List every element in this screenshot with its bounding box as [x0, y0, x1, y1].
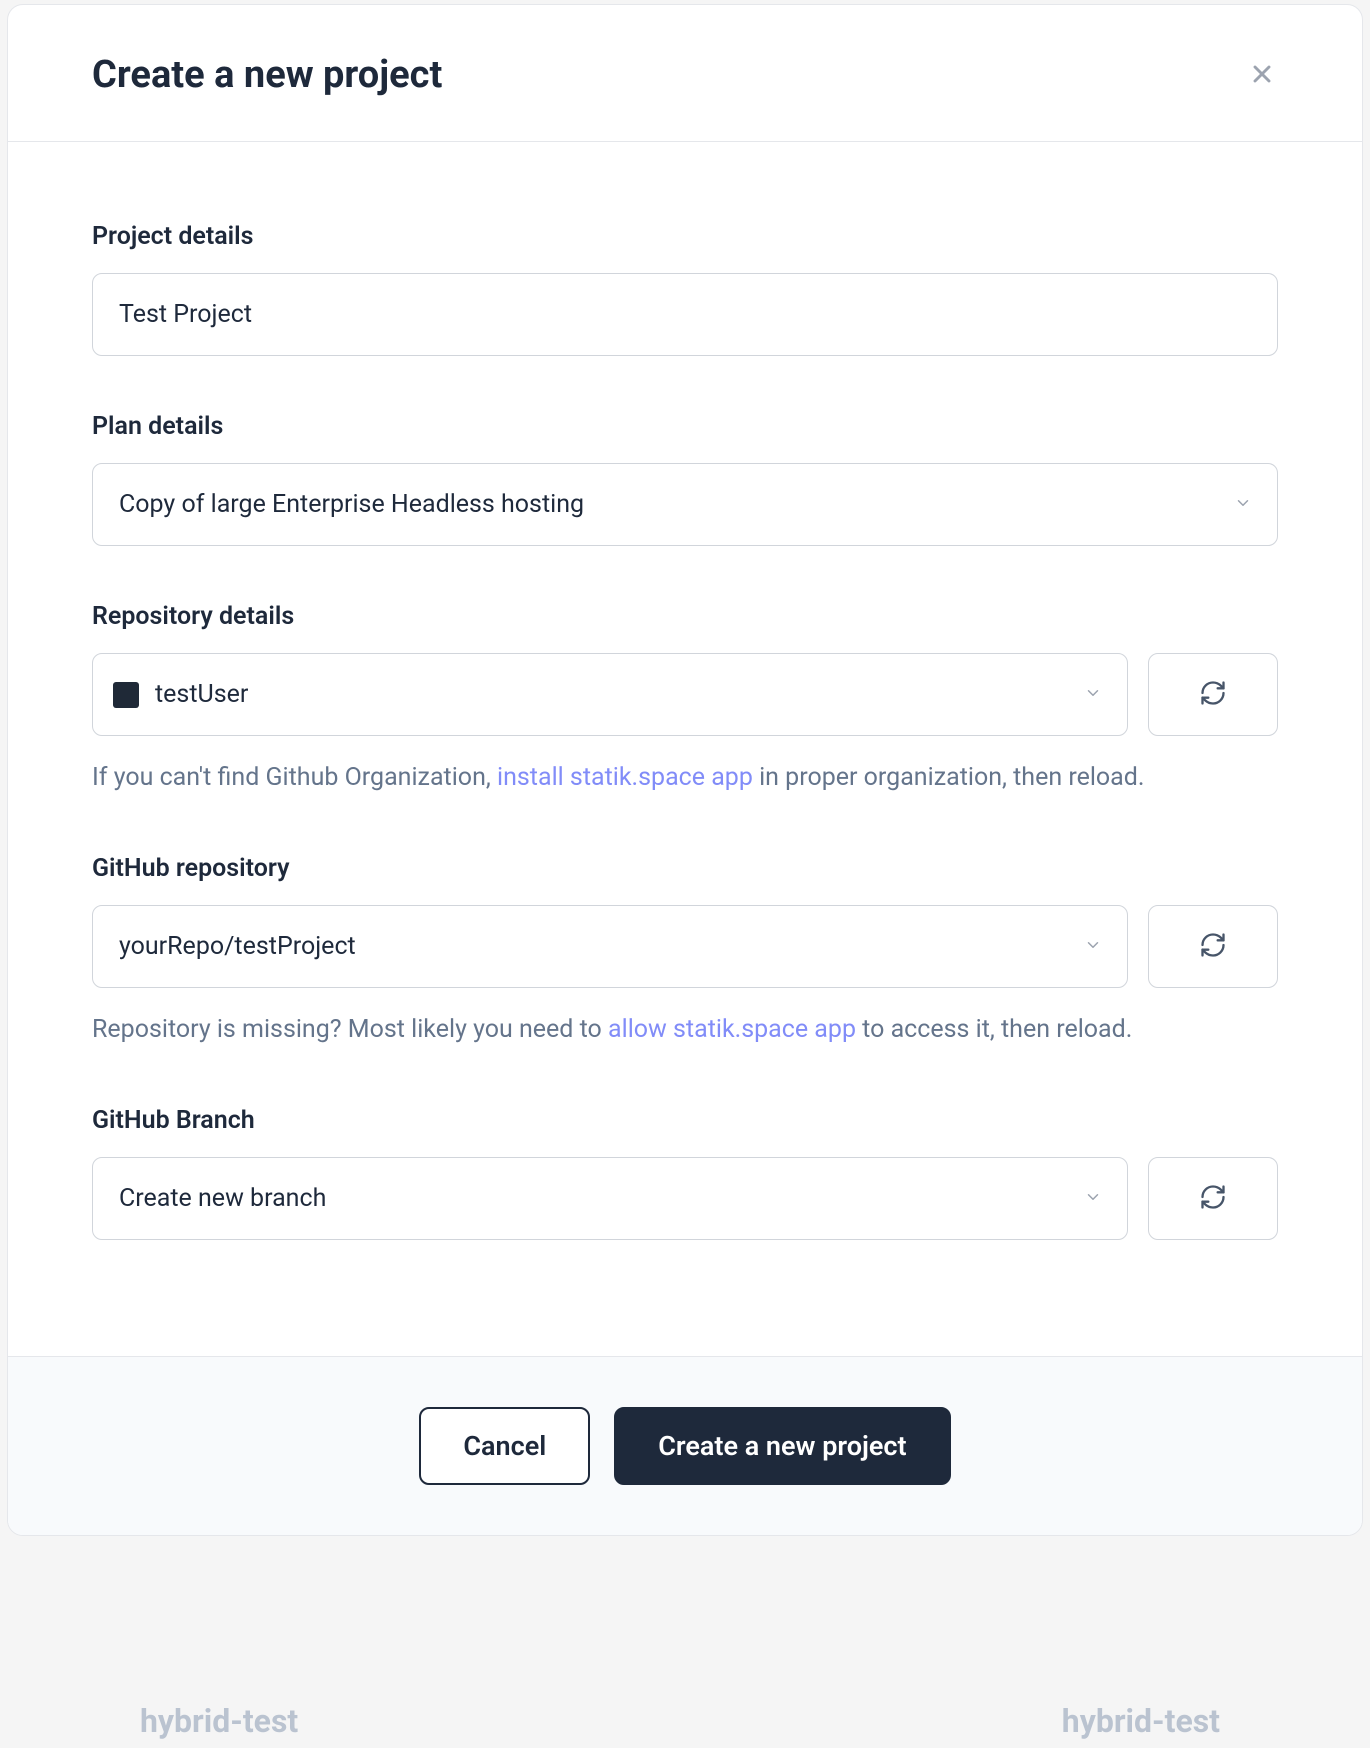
background-text-right: hybrid-test — [1062, 1702, 1220, 1740]
repository-help-text: Repository is missing? Most likely you n… — [92, 1010, 1278, 1050]
modal-title: Create a new project — [92, 53, 442, 97]
refresh-icon — [1199, 931, 1227, 962]
organization-select-value: testUser — [155, 680, 248, 709]
close-icon — [1248, 60, 1276, 91]
user-avatar — [113, 682, 139, 708]
repository-details-group: Repository details testUser — [92, 602, 1278, 798]
organization-help-text: If you can't find Github Organization, i… — [92, 758, 1278, 798]
plan-details-group: Plan details Copy of large Enterprise He… — [92, 412, 1278, 546]
create-project-modal: Create a new project Project details Pla… — [7, 4, 1363, 1536]
background-text-left: hybrid-test — [140, 1702, 298, 1740]
close-button[interactable] — [1246, 59, 1278, 91]
refresh-branches-button[interactable] — [1148, 1157, 1278, 1240]
refresh-organizations-button[interactable] — [1148, 653, 1278, 736]
help-text-part: to access it, then reload. — [856, 1015, 1132, 1044]
modal-header: Create a new project — [8, 5, 1362, 142]
branch-select-value: Create new branch — [119, 1184, 326, 1213]
help-text-part: If you can't find Github Organization, — [92, 763, 497, 792]
github-repository-label: GitHub repository — [92, 854, 1278, 883]
install-app-link[interactable]: install statik.space app — [497, 763, 753, 792]
repository-select[interactable]: yourRepo/testProject — [92, 905, 1128, 988]
project-name-input[interactable] — [92, 273, 1278, 356]
github-branch-label: GitHub Branch — [92, 1106, 1278, 1135]
project-details-label: Project details — [92, 222, 1278, 251]
repository-select-value: yourRepo/testProject — [119, 932, 356, 961]
cancel-button[interactable]: Cancel — [419, 1407, 590, 1485]
refresh-repositories-button[interactable] — [1148, 905, 1278, 988]
modal-body: Project details Plan details Copy of lar… — [8, 142, 1362, 1356]
help-text-part: in proper organization, then reload. — [753, 763, 1145, 792]
create-project-button[interactable]: Create a new project — [614, 1407, 950, 1485]
plan-select-value: Copy of large Enterprise Headless hostin… — [119, 490, 584, 519]
plan-select[interactable]: Copy of large Enterprise Headless hostin… — [92, 463, 1278, 546]
github-branch-group: GitHub Branch Create new branch — [92, 1106, 1278, 1240]
refresh-icon — [1199, 679, 1227, 710]
modal-footer: Cancel Create a new project — [8, 1356, 1362, 1535]
repository-details-label: Repository details — [92, 602, 1278, 631]
allow-app-link[interactable]: allow statik.space app — [608, 1015, 856, 1044]
help-text-part: Repository is missing? Most likely you n… — [92, 1015, 608, 1044]
project-details-group: Project details — [92, 222, 1278, 356]
organization-select[interactable]: testUser — [92, 653, 1128, 736]
github-repository-group: GitHub repository yourRepo/testProject — [92, 854, 1278, 1050]
refresh-icon — [1199, 1183, 1227, 1214]
plan-details-label: Plan details — [92, 412, 1278, 441]
branch-select[interactable]: Create new branch — [92, 1157, 1128, 1240]
